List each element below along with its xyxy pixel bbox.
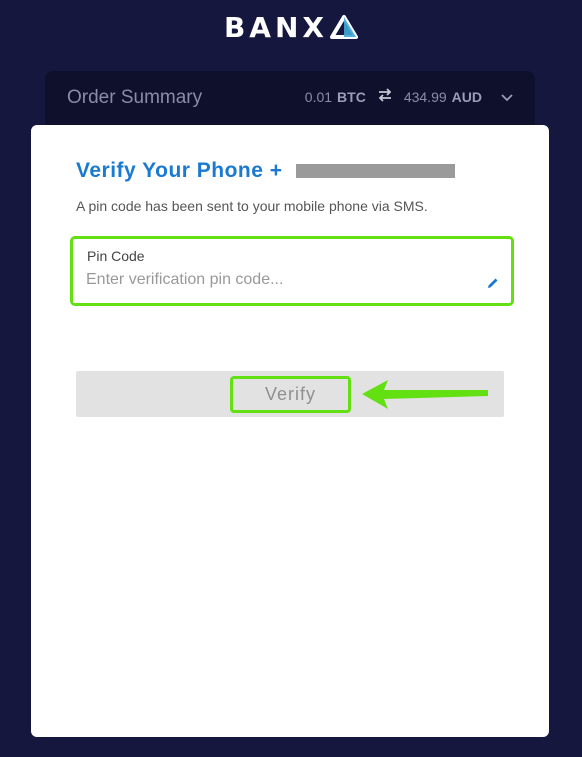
banxa-logo: BANX <box>0 14 582 44</box>
order-summary-bar[interactable]: Order Summary 0.01 BTC 434.99 AUD <box>45 71 535 131</box>
order-summary-title: Order Summary <box>67 87 203 108</box>
pin-code-input[interactable] <box>86 271 466 289</box>
to-currency: AUD <box>451 88 482 105</box>
verify-button[interactable]: Verify <box>230 376 351 413</box>
pin-code-label: Pin Code <box>87 248 145 264</box>
chevron-down-icon[interactable] <box>501 89 513 105</box>
to-amount: 434.99 <box>403 88 447 105</box>
order-summary-amounts: 0.01 BTC 434.99 AUD <box>305 88 513 105</box>
from-amount: 0.01 <box>304 88 333 105</box>
swap-arrows-icon <box>377 88 393 105</box>
pencil-icon <box>487 276 499 294</box>
verify-phone-title: Verify Your Phone + <box>76 159 283 182</box>
verify-phone-card: Verify Your Phone + A pin code has been … <box>31 125 549 737</box>
banxa-triangle-icon <box>330 15 359 44</box>
pin-sent-info: A pin code has been sent to your mobile … <box>76 198 428 214</box>
from-currency: BTC <box>337 88 366 105</box>
logo-text: BANX <box>223 11 329 44</box>
arrow-pointer-icon <box>362 380 488 409</box>
redacted-phone-number <box>296 164 455 178</box>
pin-code-field[interactable]: Pin Code <box>70 236 514 306</box>
